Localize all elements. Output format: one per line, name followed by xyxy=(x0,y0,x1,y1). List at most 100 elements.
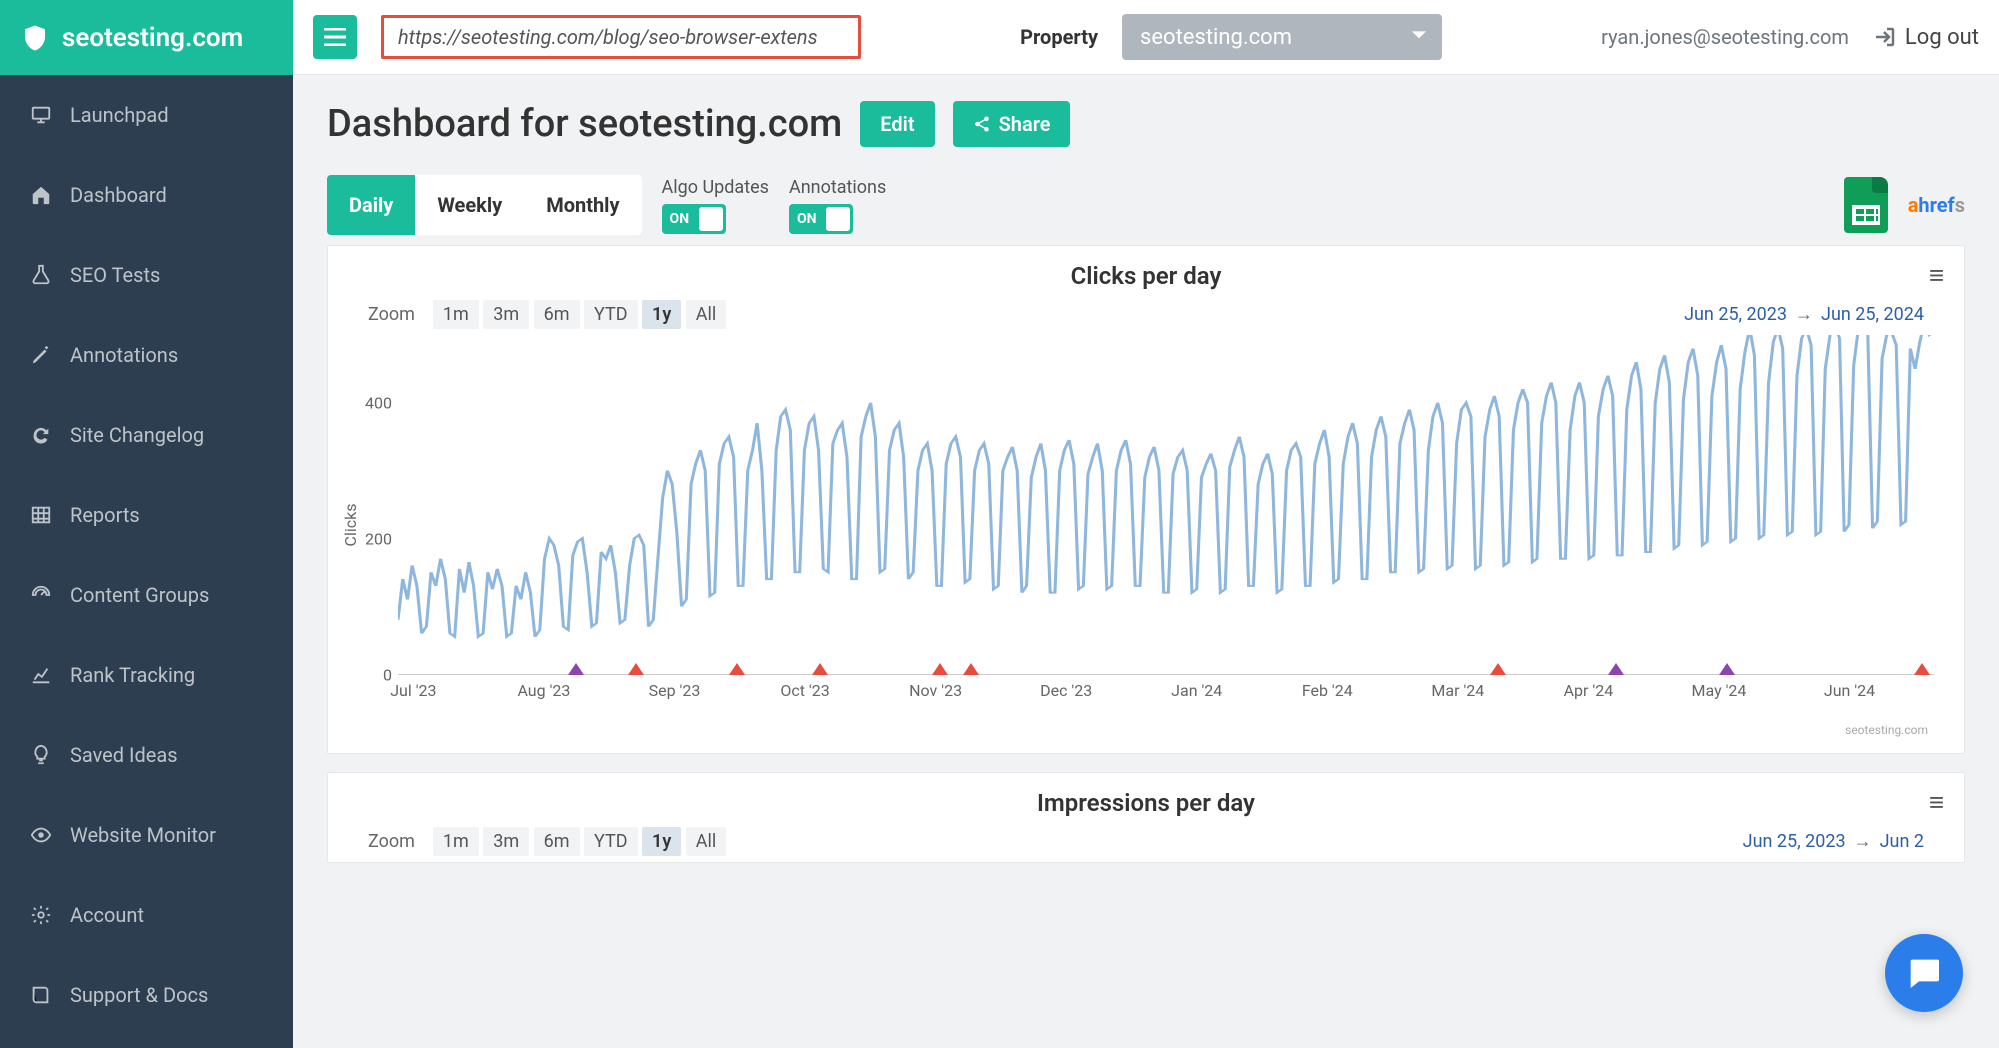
sidebar-item-support-docs[interactable]: Support & Docs xyxy=(0,955,293,1035)
zoom-6m[interactable]: 6m xyxy=(534,300,580,329)
x-tick: Sep '23 xyxy=(649,681,701,700)
sidebar-item-label: Reports xyxy=(70,503,140,527)
chart-menu-button[interactable]: ≡ xyxy=(1929,260,1942,291)
shield-icon xyxy=(20,23,50,53)
zoom-label: Zoom xyxy=(368,304,415,325)
algo-update-marker[interactable] xyxy=(1490,655,1506,675)
x-tick: Jul '23 xyxy=(390,681,436,700)
period-tab-weekly[interactable]: Weekly xyxy=(415,175,524,235)
ahrefs-icon[interactable]: ahrefs xyxy=(1908,193,1965,217)
property-select[interactable]: seotesting.com xyxy=(1122,14,1442,60)
zoom-all[interactable]: All xyxy=(686,827,727,856)
algo-update-marker[interactable] xyxy=(628,655,644,675)
clicks-chart-card: Clicks per day ≡ Zoom 1m 3m 6m YTD 1y Al… xyxy=(327,245,1965,754)
sidebar-item-content-groups[interactable]: Content Groups xyxy=(0,555,293,635)
sidebar-item-seo-tests[interactable]: SEO Tests xyxy=(0,235,293,315)
menu-toggle-button[interactable] xyxy=(313,15,357,59)
sidebar-item-account[interactable]: Account xyxy=(0,875,293,955)
zoom-1y[interactable]: 1y xyxy=(642,827,681,856)
x-tick: Jun '24 xyxy=(1824,681,1875,700)
zoom-1m[interactable]: 1m xyxy=(433,827,479,856)
topbar: https://seotesting.com/blog/seo-browser-… xyxy=(293,0,1999,75)
zoom-ytd[interactable]: YTD xyxy=(584,827,638,856)
x-tick: Nov '23 xyxy=(909,681,962,700)
sidebar-item-label: Annotations xyxy=(70,343,178,367)
zoom-ytd[interactable]: YTD xyxy=(584,300,638,329)
table-icon xyxy=(30,504,52,526)
sidebar-item-rank-tracking[interactable]: Rank Tracking xyxy=(0,635,293,715)
x-tick: Oct '23 xyxy=(780,681,829,700)
sidebar-item-label: Support & Docs xyxy=(70,983,208,1007)
sidebar-item-launchpad[interactable]: Launchpad xyxy=(0,75,293,155)
zoom-1y[interactable]: 1y xyxy=(642,300,681,329)
clicks-chart[interactable]: Clicks 0200400 Jul '23Aug '23Sep '23Oct … xyxy=(398,335,1934,715)
annotations-toggle[interactable]: ON xyxy=(789,204,853,234)
algo-update-marker[interactable] xyxy=(963,655,979,675)
pencil-icon xyxy=(30,344,52,366)
clicks-chart-title: Clicks per day xyxy=(1071,262,1222,290)
sidebar-item-reports[interactable]: Reports xyxy=(0,475,293,555)
zoom-6m[interactable]: 6m xyxy=(534,827,580,856)
chat-button[interactable] xyxy=(1885,934,1963,1012)
impressions-chart-title: Impressions per day xyxy=(1037,789,1255,817)
algo-update-marker[interactable] xyxy=(932,655,948,675)
algo-updates-toggle[interactable]: ON xyxy=(662,204,726,234)
sidebar-item-site-changelog[interactable]: Site Changelog xyxy=(0,395,293,475)
period-tab-monthly[interactable]: Monthly xyxy=(524,175,641,235)
gauge-icon xyxy=(30,584,52,606)
zoom-1m[interactable]: 1m xyxy=(433,300,479,329)
y-tick: 400 xyxy=(365,394,392,413)
flask-icon xyxy=(30,264,52,286)
sidebar-item-website-monitor[interactable]: Website Monitor xyxy=(0,795,293,875)
sidebar-item-label: Saved Ideas xyxy=(70,743,178,767)
refresh-icon xyxy=(30,424,52,446)
annotation-marker[interactable] xyxy=(1608,655,1624,675)
page-title: Dashboard for seotesting.com xyxy=(327,102,842,146)
clicks-date-range[interactable]: Jun 25, 2023→Jun 25, 2024 xyxy=(1684,304,1924,325)
zoom-3m[interactable]: 3m xyxy=(483,300,529,329)
sidebar-item-label: Content Groups xyxy=(70,583,209,607)
user-email: ryan.jones@seotesting.com xyxy=(1601,25,1849,49)
annotation-marker[interactable] xyxy=(568,655,584,675)
hamburger-icon xyxy=(324,28,346,46)
url-input[interactable]: https://seotesting.com/blog/seo-browser-… xyxy=(381,15,861,59)
gear-icon xyxy=(30,904,52,926)
algo-update-marker[interactable] xyxy=(812,655,828,675)
sidebar-item-annotations[interactable]: Annotations xyxy=(0,315,293,395)
x-tick: Aug '23 xyxy=(517,681,570,700)
annotation-marker[interactable] xyxy=(1719,655,1735,675)
impressions-date-range[interactable]: Jun 25, 2023→Jun 2 xyxy=(1743,831,1924,852)
impressions-chart-card: Impressions per day ≡ Zoom 1m 3m 6m YTD … xyxy=(327,772,1965,863)
x-tick: Mar '24 xyxy=(1431,681,1484,700)
edit-button[interactable]: Edit xyxy=(860,101,934,147)
zoom-all[interactable]: All xyxy=(686,300,727,329)
annotations-label: Annotations xyxy=(789,177,886,198)
chart-menu-button[interactable]: ≡ xyxy=(1929,787,1942,818)
sidebar-item-dashboard[interactable]: Dashboard xyxy=(0,155,293,235)
algo-update-marker[interactable] xyxy=(729,655,745,675)
chart-credit: seotesting.com xyxy=(1845,723,1928,737)
sidebar-item-label: SEO Tests xyxy=(70,263,160,287)
sidebar: seotesting.com LaunchpadDashboard SEO Tes… xyxy=(0,0,293,1048)
brand-logo[interactable]: seotesting.com xyxy=(0,0,293,75)
period-tabs: DailyWeeklyMonthly xyxy=(327,175,642,235)
main-content: Dashboard for seotesting.com Edit Share … xyxy=(293,75,1999,1048)
control-strip: DailyWeeklyMonthly Algo Updates ON Annot… xyxy=(327,175,1965,235)
x-tick: Dec '23 xyxy=(1040,681,1092,700)
monitor-icon xyxy=(30,104,52,126)
sidebar-item-label: Rank Tracking xyxy=(70,663,195,687)
zoom-label: Zoom xyxy=(368,831,415,852)
eye-icon xyxy=(30,824,52,846)
chart-icon xyxy=(30,664,52,686)
period-tab-daily[interactable]: Daily xyxy=(327,175,415,235)
algo-update-marker[interactable] xyxy=(1914,655,1930,675)
x-tick: Feb '24 xyxy=(1302,681,1353,700)
share-button[interactable]: Share xyxy=(953,101,1071,147)
sidebar-item-saved-ideas[interactable]: Saved Ideas xyxy=(0,715,293,795)
x-tick: May '24 xyxy=(1692,681,1747,700)
impressions-zoom-row: Zoom 1m 3m 6m YTD 1y All Jun 25, 2023→Ju… xyxy=(328,825,1964,862)
google-sheets-icon[interactable] xyxy=(1844,177,1888,233)
sidebar-item-label: Website Monitor xyxy=(70,823,216,847)
logout-button[interactable]: Log out xyxy=(1873,25,1979,50)
zoom-3m[interactable]: 3m xyxy=(483,827,529,856)
